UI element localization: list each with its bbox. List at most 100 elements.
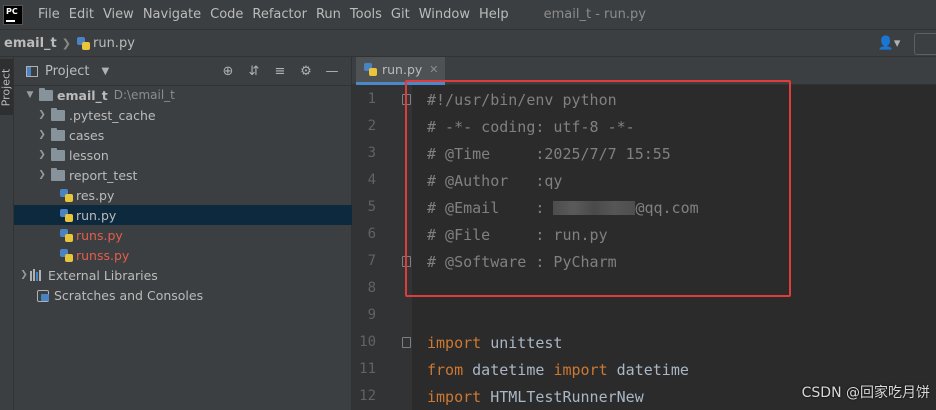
tree-item-label: .pytest_cache bbox=[69, 107, 156, 123]
code-token: datetime bbox=[463, 360, 554, 379]
run-configuration-selector[interactable] bbox=[914, 32, 936, 55]
tree-root[interactable]: ▼ email_t D:\email_t bbox=[14, 85, 352, 105]
tree-item[interactable]: ❯ .pytest_cache bbox=[14, 105, 352, 125]
menu-item-edit[interactable]: Edit bbox=[65, 7, 98, 22]
project-view-selector[interactable]: Project ▼ bbox=[26, 64, 109, 79]
code-line: #!/usr/bin/env python bbox=[427, 86, 617, 113]
tree-item-external-libraries[interactable]: ❯ External Libraries bbox=[14, 265, 352, 285]
line-number: 3 bbox=[367, 145, 376, 161]
menu-item-file[interactable]: File bbox=[34, 7, 64, 22]
python-file-icon bbox=[76, 36, 90, 50]
line-number: 2 bbox=[367, 118, 376, 134]
watermark: CSDN @回家吃月饼 bbox=[801, 385, 930, 401]
code-line: from datetime import datetime bbox=[427, 356, 689, 383]
menu-item-help[interactable]: Help bbox=[475, 7, 513, 22]
python-file-icon bbox=[364, 63, 377, 76]
tree-item-label: cases bbox=[69, 127, 105, 143]
breadcrumb-file[interactable]: run.py bbox=[76, 35, 135, 51]
tab-run-py[interactable]: run.py ✕ bbox=[356, 57, 445, 85]
fold-marker-icon[interactable] bbox=[402, 256, 411, 267]
menu-item-tools[interactable]: Tools bbox=[346, 7, 386, 22]
chevron-right-icon[interactable]: ❯ bbox=[36, 170, 48, 180]
project-tree: ▼ email_t D:\email_t ❯ .pytest_cache ❯ case… bbox=[14, 85, 352, 305]
line-number: 12 bbox=[359, 388, 376, 404]
chevron-right-icon[interactable]: ❯ bbox=[36, 110, 48, 120]
line-number: 7 bbox=[367, 253, 376, 269]
tree-item[interactable]: ❯ report_test bbox=[14, 165, 352, 185]
tab-label: run.py bbox=[382, 62, 423, 77]
code-line: # @Email : @qq.com bbox=[427, 194, 699, 221]
scratches-icon bbox=[36, 289, 50, 302]
breadcrumb-project[interactable]: email_t bbox=[4, 36, 57, 51]
window-title: email_t - run.py bbox=[543, 7, 646, 22]
tree-item-label: runs.py bbox=[76, 227, 123, 243]
code-token: HTMLTestRunnerNew bbox=[481, 387, 644, 406]
menu-item-window[interactable]: Window bbox=[415, 7, 474, 22]
gear-icon[interactable]: ⚙ bbox=[293, 64, 319, 79]
project-panel-header: Project ▼ ⊕ ⇵ ≡ ⚙ — bbox=[14, 57, 351, 86]
menu-item-refactor[interactable]: Refactor bbox=[248, 7, 311, 22]
menu-items: File Edit View Navigate Code Refactor Run Tools… bbox=[34, 7, 514, 22]
menu-item-navigate[interactable]: Navigate bbox=[139, 7, 205, 22]
tree-item-label: External Libraries bbox=[48, 267, 158, 283]
code-token: # @Time :2025/7/7 15:55 bbox=[427, 144, 671, 163]
navigation-bar: email_t ❯ run.py 👤▾ bbox=[0, 29, 936, 57]
navbar-right-tools: 👤▾ bbox=[874, 30, 936, 57]
code-line: # @Author :qy bbox=[427, 167, 562, 194]
python-file-icon bbox=[60, 248, 73, 262]
project-panel-tools: ⊕ ⇵ ≡ ⚙ — bbox=[215, 57, 345, 86]
code-token: # @Author :qy bbox=[427, 171, 563, 190]
tree-item[interactable]: run.py bbox=[14, 205, 352, 225]
code-line: # @Time :2025/7/7 15:55 bbox=[427, 140, 671, 167]
tree-item-label: Scratches and Consoles bbox=[54, 287, 204, 303]
breadcrumb-file-label: run.py bbox=[92, 35, 135, 51]
close-icon[interactable]: ✕ bbox=[429, 63, 438, 76]
fold-marker-icon[interactable] bbox=[402, 94, 411, 105]
menu-item-run[interactable]: Run bbox=[312, 7, 345, 22]
code-token: # @File : run.py bbox=[427, 225, 608, 244]
project-panel: Project ▼ ⊕ ⇵ ≡ ⚙ — ▼ email_t D:\email_t… bbox=[14, 57, 352, 410]
line-number: 4 bbox=[367, 172, 376, 188]
folder-icon bbox=[39, 87, 53, 101]
line-number: 10 bbox=[359, 334, 376, 350]
tree-item-scratches[interactable]: Scratches and Consoles bbox=[14, 285, 352, 305]
locate-file-icon[interactable]: ⊕ bbox=[215, 64, 241, 79]
tree-items: ❯ .pytest_cache ❯ cases ❯ lesson ❯ report_test r… bbox=[14, 105, 352, 265]
expand-all-icon[interactable]: ⇵ bbox=[241, 64, 267, 79]
line-number: 9 bbox=[367, 307, 376, 323]
code-token: # -*- coding: utf-8 -*- bbox=[427, 117, 635, 136]
chevron-right-icon[interactable]: ❯ bbox=[36, 130, 48, 140]
tree-item[interactable]: res.py bbox=[14, 185, 352, 205]
tree-item[interactable]: ❯ lesson bbox=[14, 145, 352, 165]
fold-marker-icon[interactable] bbox=[402, 337, 411, 348]
chevron-down-icon[interactable]: ▼ bbox=[24, 90, 36, 100]
root-folder-path: D:\email_t bbox=[113, 88, 175, 102]
folder-icon bbox=[51, 147, 65, 161]
line-number: 5 bbox=[367, 199, 376, 215]
code-token: # @Email : bbox=[427, 198, 554, 217]
line-number: 8 bbox=[367, 280, 376, 296]
tree-item-label: runss.py bbox=[76, 247, 130, 263]
code-area[interactable]: #!/usr/bin/env python # -*- coding: utf-8… bbox=[412, 85, 936, 410]
menu-item-git[interactable]: Git bbox=[387, 7, 414, 22]
project-tool-window-tab[interactable]: Project bbox=[0, 59, 13, 115]
hide-panel-icon[interactable]: — bbox=[319, 64, 345, 79]
code-token: unittest bbox=[481, 333, 563, 352]
user-account-icon[interactable]: 👤▾ bbox=[874, 34, 904, 54]
folder-icon bbox=[51, 107, 65, 121]
root-folder-name: email_t bbox=[57, 87, 108, 103]
menu-item-view[interactable]: View bbox=[99, 7, 138, 22]
tree-item[interactable]: ❯ cases bbox=[14, 125, 352, 145]
code-token: import bbox=[427, 387, 482, 406]
python-file-icon bbox=[60, 208, 73, 222]
collapse-all-icon[interactable]: ≡ bbox=[267, 64, 293, 79]
tree-item[interactable]: runs.py bbox=[14, 225, 352, 245]
menu-item-code[interactable]: Code bbox=[206, 7, 247, 22]
chevron-right-icon[interactable]: ❯ bbox=[18, 270, 30, 280]
library-icon bbox=[30, 269, 44, 281]
tree-item[interactable]: runss.py bbox=[14, 245, 352, 265]
python-file-icon bbox=[60, 188, 73, 202]
code-line: import HTMLTestRunnerNew bbox=[427, 383, 644, 410]
chevron-right-icon[interactable]: ❯ bbox=[36, 150, 48, 160]
redacted-email bbox=[553, 200, 636, 215]
